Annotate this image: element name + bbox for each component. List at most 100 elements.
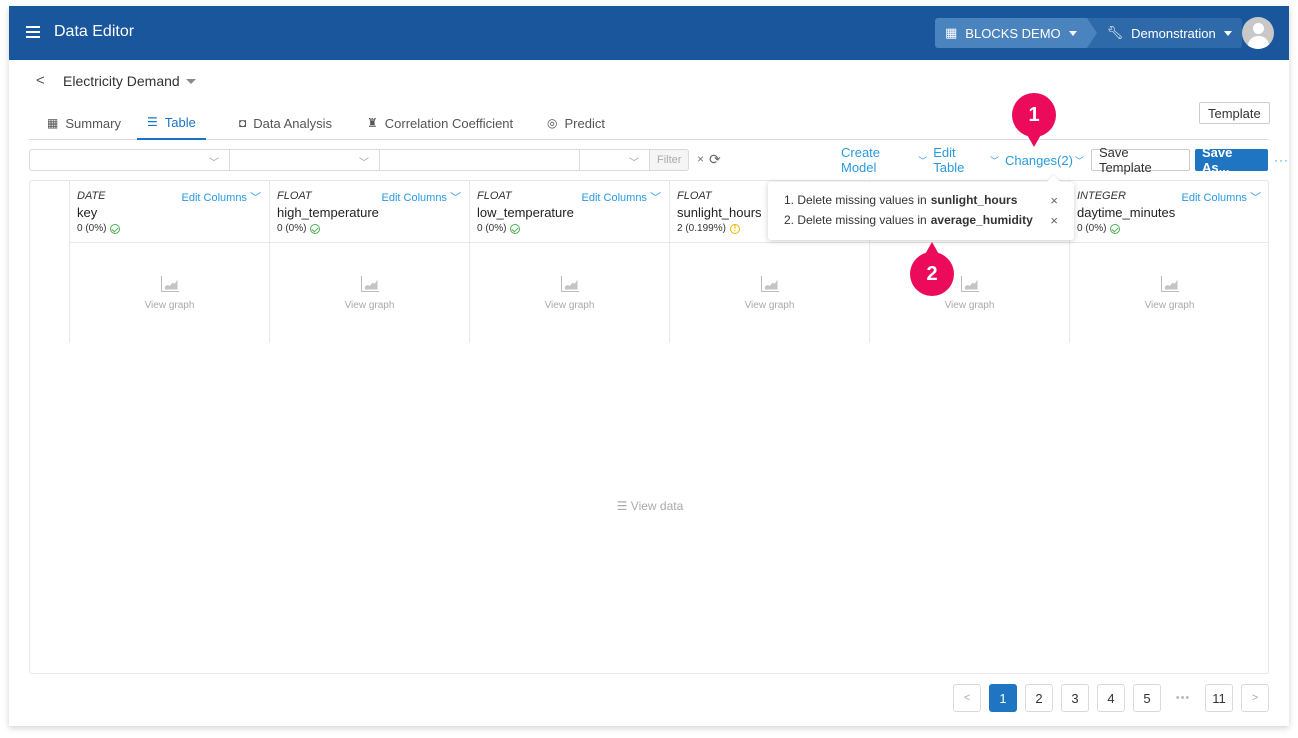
refresh-icon[interactable]: ⟳ bbox=[709, 151, 721, 168]
changes-menu[interactable]: Changes(2) ﹀ bbox=[1005, 153, 1084, 168]
column-name: key bbox=[77, 205, 98, 220]
organization-name: BLOCKS DEMO bbox=[965, 25, 1061, 41]
project-selector[interactable]: 🔧︎ Demonstration bbox=[1086, 18, 1242, 48]
save-as-button[interactable]: Save As... bbox=[1194, 145, 1269, 175]
view-graph-button[interactable]: View graph bbox=[70, 243, 269, 343]
remove-change-icon[interactable]: × bbox=[1050, 213, 1058, 228]
user-avatar[interactable] bbox=[1242, 17, 1274, 49]
tab-correlation-coefficient[interactable]: ♜ Correlation Coefficient bbox=[357, 106, 523, 140]
page-button[interactable]: 11 bbox=[1205, 684, 1233, 712]
callout-marker-2: 2 bbox=[910, 242, 954, 296]
changes-label: Changes(2) bbox=[1004, 152, 1073, 168]
view-graph-label: View graph bbox=[1144, 299, 1195, 311]
template-button[interactable]: Template bbox=[1199, 102, 1270, 124]
data-table: DATE Edit Columns ﹀ key 0 (0%) View graph FLO… bbox=[29, 180, 1269, 674]
chevron-down-icon: ﹀ bbox=[209, 158, 219, 169]
check-circle-icon bbox=[110, 223, 121, 234]
prev-page-button[interactable]: < bbox=[953, 684, 981, 712]
area-chart-icon bbox=[360, 275, 379, 292]
page-button[interactable]: 5 bbox=[1133, 684, 1161, 712]
missing-count: 0 (0%) bbox=[1077, 223, 1262, 234]
wrench-icon: 🔧︎ bbox=[1106, 25, 1124, 40]
column-header: FLOAT Edit Columns ﹀ high_temperature 0 (0%… bbox=[270, 181, 469, 243]
filter-value-input[interactable] bbox=[379, 149, 579, 171]
create-model-label: Create Model bbox=[841, 145, 881, 175]
save-template-button[interactable]: Save Template bbox=[1090, 145, 1190, 175]
column-name: high_temperature bbox=[277, 205, 379, 220]
table-icon: ☰ bbox=[147, 115, 158, 129]
check-circle-icon bbox=[310, 223, 321, 234]
tab-summary[interactable]: ▦ Summary bbox=[37, 106, 131, 140]
view-graph-button[interactable]: View graph bbox=[470, 243, 669, 343]
edit-columns-label: Edit Columns bbox=[1181, 192, 1247, 204]
column-key: DATE Edit Columns ﹀ key 0 (0%) View graph bbox=[70, 181, 270, 343]
column-header: DATE Edit Columns ﹀ key 0 (0%) bbox=[70, 181, 269, 243]
change-description: 1. Delete missing values in bbox=[784, 193, 927, 207]
check-circle-icon bbox=[1110, 223, 1121, 234]
predict-icon: ◎ bbox=[547, 116, 558, 130]
back-button[interactable]: < bbox=[36, 72, 45, 89]
dataset-selector[interactable]: Electricity Demand bbox=[63, 73, 196, 89]
table-actions: Create Model ﹀ Edit Table ﹀ Changes(2) ﹀ Sa… bbox=[841, 145, 1289, 175]
chevron-down-icon: ﹀ bbox=[918, 155, 928, 166]
column-high_temperature: FLOAT Edit Columns ﹀ high_temperature 0 (0%… bbox=[270, 181, 470, 343]
view-graph-label: View graph bbox=[344, 299, 395, 311]
callout-marker-1: 1 bbox=[1012, 93, 1056, 147]
chevron-down-icon: ﹀ bbox=[246, 192, 261, 204]
condition-select[interactable]: ﹀ bbox=[579, 149, 649, 171]
building-icon: ▦ bbox=[945, 25, 958, 40]
column-select[interactable]: ﹀ bbox=[29, 149, 229, 171]
analysis-icon: ◘ bbox=[239, 116, 247, 130]
view-graph-label: View graph bbox=[544, 299, 595, 311]
page-button[interactable]: 4 bbox=[1097, 684, 1125, 712]
more-options-icon[interactable]: ··· bbox=[1274, 153, 1289, 167]
view-data-link[interactable]: ☰ View data bbox=[30, 499, 1268, 513]
chevron-down-icon: ﹀ bbox=[359, 158, 369, 169]
view-graph-label: View graph bbox=[944, 299, 995, 311]
clear-filter-icon[interactable]: × bbox=[697, 152, 704, 166]
change-item: 2. Delete missing values in average_humi… bbox=[784, 210, 1058, 230]
missing-value-text: 0 (0%) bbox=[277, 223, 307, 234]
edit-table-menu[interactable]: Edit Table ﹀ bbox=[933, 145, 999, 175]
edit-columns-menu[interactable]: Edit Columns ﹀ bbox=[582, 189, 661, 205]
row-number-column bbox=[30, 181, 70, 343]
organization-selector[interactable]: ▦ BLOCKS DEMO bbox=[935, 18, 1097, 48]
missing-value-text: 2 (0.199%) bbox=[677, 223, 726, 234]
view-graph-button[interactable]: View graph bbox=[670, 243, 869, 343]
menu-icon[interactable] bbox=[26, 26, 40, 38]
check-circle-icon bbox=[510, 223, 521, 234]
tab-table[interactable]: ☰ Table bbox=[137, 106, 206, 140]
page-button[interactable]: 2 bbox=[1025, 684, 1053, 712]
chevron-down-icon: ﹀ bbox=[1074, 155, 1084, 166]
edit-columns-menu[interactable]: Edit Columns ﹀ bbox=[182, 189, 261, 205]
edit-columns-menu[interactable]: Edit Columns ﹀ bbox=[1182, 189, 1261, 205]
tab-data-analysis[interactable]: ◘ Data Analysis bbox=[229, 106, 342, 140]
page-button[interactable]: 1 bbox=[989, 684, 1017, 712]
view-graph-button[interactable]: View graph bbox=[870, 243, 1069, 343]
column-daytime_minutes: INTEGER Edit Columns ﹀ daytime_minutes 0 (0… bbox=[1070, 181, 1268, 343]
operator-select[interactable]: ﹀ bbox=[229, 149, 379, 171]
view-graph-button[interactable]: View graph bbox=[270, 243, 469, 343]
view-graph-label: View graph bbox=[144, 299, 195, 311]
missing-count: 0 (0%) bbox=[477, 223, 662, 234]
filter-bar: ﹀ ﹀ ﹀ Filter bbox=[29, 149, 690, 171]
next-page-button[interactable]: > bbox=[1241, 684, 1269, 712]
list-icon: ☰ bbox=[616, 499, 631, 513]
remove-change-icon[interactable]: × bbox=[1050, 193, 1058, 208]
page-button[interactable]: 3 bbox=[1061, 684, 1089, 712]
create-model-menu[interactable]: Create Model ﹀ bbox=[841, 145, 927, 175]
page-ellipsis[interactable]: ••• bbox=[1169, 684, 1197, 712]
area-chart-icon bbox=[760, 275, 779, 292]
filter-button[interactable]: Filter bbox=[649, 149, 690, 171]
chevron-down-icon: ﹀ bbox=[1246, 192, 1261, 204]
area-chart-icon bbox=[1160, 275, 1179, 292]
top-bar: Data Editor ▦ BLOCKS DEMO 🔧︎ Demonstrati… bbox=[9, 6, 1289, 60]
edit-columns-menu[interactable]: Edit Columns ﹀ bbox=[382, 189, 461, 205]
view-graph-button[interactable]: View graph bbox=[1070, 243, 1268, 343]
view-graph-label: View graph bbox=[744, 299, 795, 311]
tab-bar: ▦ Summary ☰ Table ◘ Data Analysis ♜ Corr… bbox=[29, 106, 1269, 140]
tab-predict[interactable]: ◎ Predict bbox=[537, 106, 615, 140]
missing-value-text: 0 (0%) bbox=[1077, 223, 1107, 234]
chevron-down-icon: ﹀ bbox=[446, 192, 461, 204]
changes-popover: 1. Delete missing values in sunlight_hou… bbox=[768, 182, 1074, 240]
